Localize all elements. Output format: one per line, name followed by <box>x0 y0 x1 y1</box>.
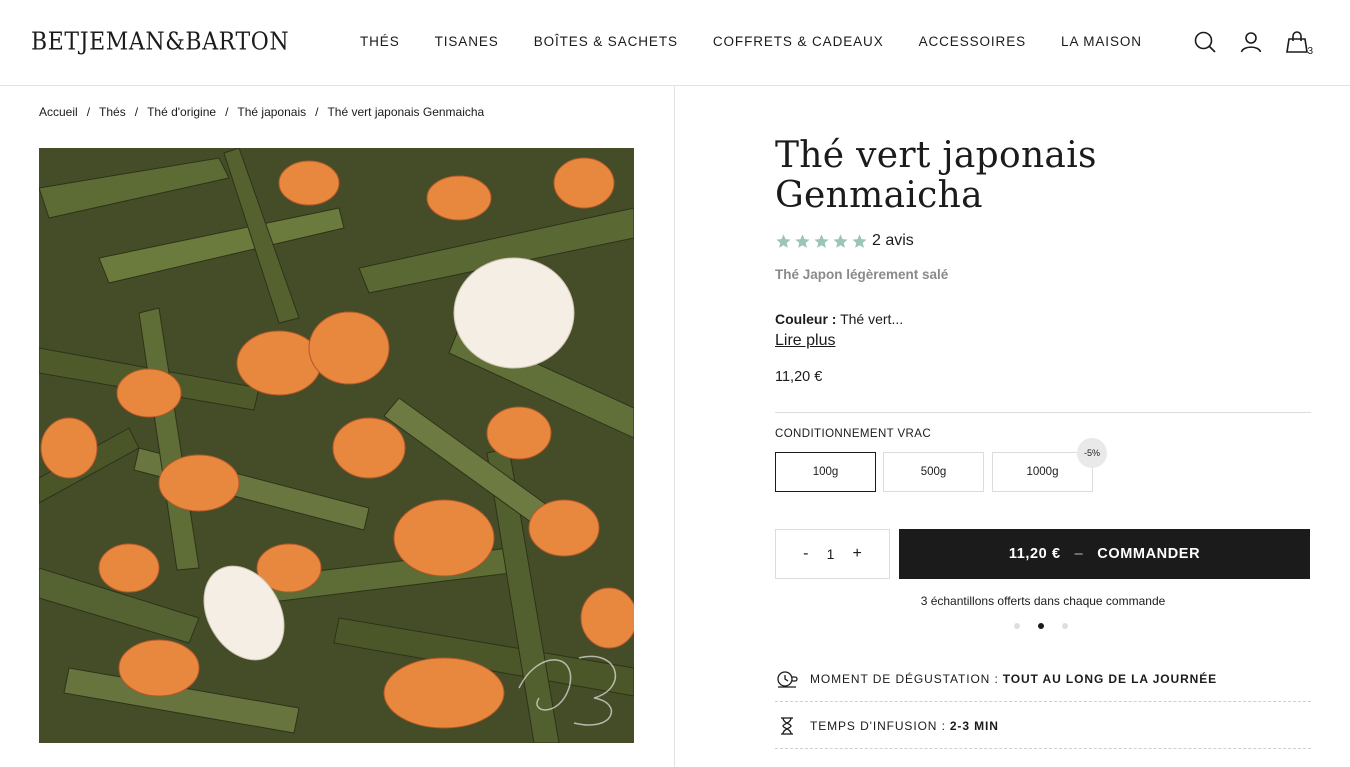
breadcrumb-item-the-japonais[interactable]: Thé japonais <box>237 105 306 119</box>
qty-plus-button[interactable]: + <box>853 545 862 563</box>
hourglass-icon <box>775 716 799 735</box>
tea-leaves-illustration <box>39 148 634 743</box>
quantity-stepper: - 1 + <box>775 529 890 579</box>
reviews-count[interactable]: 2 avis <box>872 232 914 250</box>
star-icon <box>814 233 829 248</box>
packaging-label: CONDITIONNEMENT VRAC <box>775 428 932 440</box>
nav-item-accessoires[interactable]: ACCESSOIRES <box>919 34 1026 49</box>
product-media-column: Accueil / Thés / Thé d'origine / Thé japonais /… <box>0 86 675 767</box>
color-label: Couleur : <box>775 311 837 327</box>
account-icon[interactable] <box>1238 29 1264 55</box>
color-value: Thé vert... <box>840 311 904 327</box>
search-icon[interactable] <box>1192 29 1218 55</box>
breadcrumb-separator: / <box>134 105 139 119</box>
nav-item-tisanes[interactable]: TISANES <box>435 34 499 49</box>
product-color: Couleur : Thé vert... <box>775 311 903 327</box>
breadcrumb-item-accueil[interactable]: Accueil <box>39 105 78 119</box>
info-value: TOUT AU LONG DE LA JOURNÉE <box>1002 671 1218 686</box>
order-button-price: 11,20 € <box>1008 546 1061 562</box>
rating-stars <box>775 233 868 250</box>
cart-icon[interactable]: 3 <box>1284 29 1313 57</box>
carousel-dot-1[interactable] <box>1014 623 1020 629</box>
carousel-dots <box>1014 623 1068 629</box>
teacup-icon <box>775 670 799 688</box>
read-more-link[interactable]: Lire plus <box>775 332 835 350</box>
breadcrumb-item-the-origine[interactable]: Thé d'origine <box>147 105 216 119</box>
info-label: MOMENT DE DÉGUSTATION : <box>810 671 999 686</box>
packaging-option-500g[interactable]: 500g <box>883 452 984 492</box>
packaging-option-100g[interactable]: 100g <box>775 452 876 492</box>
breadcrumb-current: Thé vert japonais Genmaicha <box>327 105 485 119</box>
carousel-dot-3[interactable] <box>1062 623 1068 629</box>
cart-count-badge: 3 <box>1307 46 1313 57</box>
breadcrumb-separator: / <box>225 105 229 119</box>
info-label: TEMPS D'INFUSION : <box>810 718 946 733</box>
product-title: Thé vert japonais Genmaicha <box>775 135 1097 216</box>
carousel-dot-2[interactable] <box>1038 623 1044 629</box>
order-button-label: COMMANDER <box>1097 546 1201 562</box>
info-row-tasting-moment: MOMENT DE DÉGUSTATION : TOUT AU LONG DE … <box>775 656 1311 702</box>
site-header: BETJEMAN&BARTON THÉS TISANES BOÎTES & SA… <box>0 0 1350 86</box>
qty-minus-button[interactable]: - <box>803 545 808 563</box>
breadcrumb-separator: / <box>315 105 319 119</box>
product-price: 11,20 € <box>775 369 823 385</box>
info-row-infusion-time: TEMPS D'INFUSION : 2-3 MIN <box>775 703 1311 749</box>
star-icon <box>776 233 791 248</box>
nav-item-thes[interactable]: THÉS <box>360 34 400 49</box>
order-button[interactable]: 11,20 € – COMMANDER <box>899 529 1310 579</box>
nav-item-coffrets-cadeaux[interactable]: COFFRETS & CADEAUX <box>713 34 884 49</box>
breadcrumb-item-thes[interactable]: Thés <box>99 105 126 119</box>
main-nav: THÉS TISANES BOÎTES & SACHETS COFFRETS &… <box>360 34 1177 49</box>
order-button-separator: – <box>1074 546 1084 562</box>
breadcrumb-separator: / <box>86 105 91 119</box>
divider <box>775 412 1311 413</box>
breadcrumb: Accueil / Thés / Thé d'origine / Thé japonais /… <box>39 105 484 119</box>
samples-message: 3 échantillons offerts dans chaque comma… <box>920 594 1166 608</box>
qty-value[interactable]: 1 <box>827 546 835 562</box>
info-value: 2-3 MIN <box>949 718 999 733</box>
nav-item-boites-sachets[interactable]: BOÎTES & SACHETS <box>534 34 678 49</box>
star-icon <box>795 233 810 248</box>
discount-badge: -5% <box>1077 438 1107 468</box>
star-icon <box>852 233 867 248</box>
product-subtitle: Thé Japon légèrement salé <box>775 267 949 282</box>
product-rating[interactable]: 2 avis <box>775 232 914 250</box>
product-image[interactable] <box>39 148 634 743</box>
nav-item-la-maison[interactable]: LA MAISON <box>1061 34 1142 49</box>
star-icon <box>833 233 848 248</box>
brand-logo[interactable]: BETJEMAN&BARTON <box>31 28 289 56</box>
